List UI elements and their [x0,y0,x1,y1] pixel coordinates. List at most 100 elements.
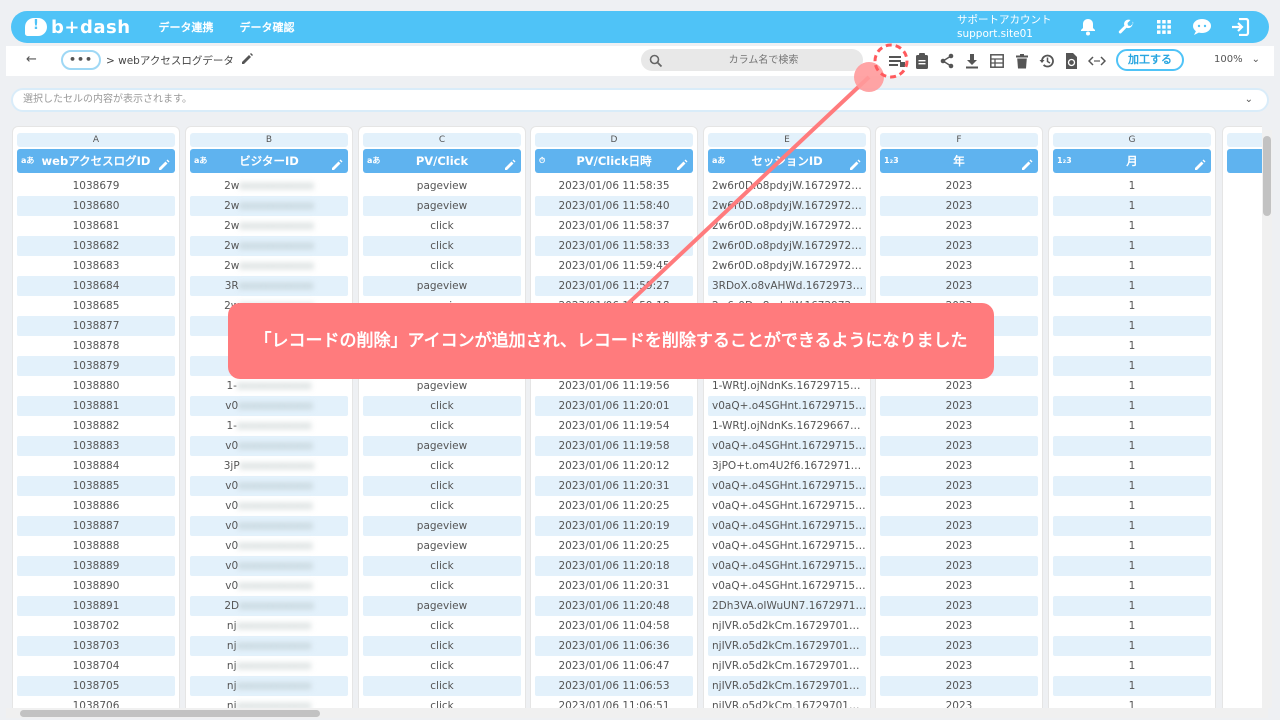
table-cell[interactable]: 1038703 [17,636,175,656]
table-cell[interactable]: v0xxxxxxxxxxxx [190,556,348,576]
table-cell[interactable]: v0xxxxxxxxxxxx [190,516,348,536]
table-cell[interactable]: 2023 [880,436,1038,456]
table-cell[interactable]: 2Dh3VA.oIWuUN7.16729716... [708,596,866,616]
table-cell[interactable]: 2023 [880,676,1038,696]
code-icon[interactable] [1084,51,1109,71]
table-cell[interactable]: 2023/01/06 11:06:51 [535,696,693,708]
table-cell[interactable]: 1 [1053,516,1211,536]
table-cell[interactable]: v0xxxxxxxxxxxx [190,436,348,456]
table-cell[interactable]: pageview [363,596,521,616]
table-cell[interactable]: v0aQ+.o4SGHnt.167297159... [708,536,866,556]
table-cell[interactable]: 2023/01/06 11:20:12 [535,456,693,476]
table-cell[interactable]: 2023/01/06 11:58:35 [535,176,693,196]
chevron-down-icon[interactable]: ⌄ [1245,90,1253,110]
table-cell[interactable]: 1 [1053,316,1211,336]
table-cell[interactable]: 2023 [880,276,1038,296]
zoom-select[interactable]: 100% ⌄ [1192,49,1268,71]
table-cell[interactable]: 1038885 [17,476,175,496]
table-cell[interactable]: 1038879 [17,356,175,376]
table-cell[interactable]: 2023 [880,396,1038,416]
table-cell[interactable]: v0aQ+.o4SGHnt.167297159... [708,516,866,536]
table-cell[interactable]: 2023 [880,596,1038,616]
table-cell[interactable]: 2023 [880,416,1038,436]
table-cell[interactable]: 2Dxxxxxxxxxxxx [190,596,348,616]
table-cell[interactable]: v0xxxxxxxxxxxx [190,576,348,596]
table-cell[interactable]: 2023 [880,636,1038,656]
table-cell[interactable]: 1 [1053,536,1211,556]
table-cell[interactable]: 1 [1053,356,1211,376]
table-cell[interactable]: 2023/01/06 11:19:56 [535,376,693,396]
table-cell[interactable]: njIVR.o5d2kCm.1672970131... [708,676,866,696]
table-cell[interactable]: 3jPO+t.om4U2f6.16729715... [708,456,866,476]
column-letter[interactable]: A [17,133,175,147]
table-cell[interactable]: njIVR.o5d2kCm.1672970131... [708,656,866,676]
table-cell[interactable]: 1038706 [17,696,175,708]
cell-content-bar[interactable]: 選択したセルの内容が表示されます。 ⌄ [11,88,1269,112]
table-cell[interactable]: 2023/01/06 11:20:31 [535,576,693,596]
table-cell[interactable]: pageview [363,176,521,196]
column-letter[interactable]: F [880,133,1038,147]
table-cell[interactable]: 2023/01/06 11:20:31 [535,476,693,496]
table-cell[interactable]: 1038890 [17,576,175,596]
table-cell[interactable]: 2w6r0D.o8pdyjW.167297213... [708,176,866,196]
table-cell[interactable]: 1 [1053,576,1211,596]
table-cell[interactable]: 1 [1053,476,1211,496]
table-cell[interactable]: 2023 [880,216,1038,236]
table-view-icon[interactable] [984,51,1009,71]
nav-data-check[interactable]: データ確認 [240,19,295,35]
column-header[interactable]: aあ PV/Click [363,149,521,173]
table-cell[interactable]: 2023/01/06 11:04:58 [535,616,693,636]
column-header[interactable]: 1₂3 年 [880,149,1038,173]
table-cell[interactable]: njIVR.o5d2kCm.1672970131... [708,696,866,708]
column-letter[interactable]: G [1053,133,1211,147]
table-cell[interactable]: 2023 [880,616,1038,636]
table-cell[interactable]: 1 [1053,556,1211,576]
logo[interactable]: b+dash [25,17,131,38]
table-cell[interactable]: 1038681 [17,216,175,236]
table-cell[interactable]: click [363,636,521,656]
table-cell[interactable]: 1038888 [17,536,175,556]
table-cell[interactable]: 2wxxxxxxxxxxxx [190,216,348,236]
table-cell[interactable]: 1038702 [17,616,175,636]
table-cell[interactable]: pageview [363,516,521,536]
table-cell[interactable]: 1038704 [17,656,175,676]
table-cell[interactable]: 3jPxxxxxxxxxxxx [190,456,348,476]
table-cell[interactable]: 2w6r0D.o8pdyjW.167297213... [708,216,866,236]
table-cell[interactable]: 2023 [880,176,1038,196]
table-cell[interactable]: 1-xxxxxxxxxxxx [190,376,348,396]
table-cell[interactable]: 1 [1053,596,1211,616]
share-icon[interactable] [934,51,959,71]
table-cell[interactable]: click [363,616,521,636]
column-header[interactable]: ⏱ PV/Click日時 [535,149,693,173]
table-cell[interactable]: 2023 [880,376,1038,396]
table-cell[interactable]: click [363,416,521,436]
table-cell[interactable]: click [363,476,521,496]
clipboard-icon[interactable] [909,51,934,71]
table-cell[interactable]: 1 [1053,676,1211,696]
vertical-scrollbar[interactable] [1262,130,1272,708]
table-cell[interactable]: 2023/01/06 11:58:40 [535,196,693,216]
table-cell[interactable]: pageview [363,376,521,396]
table-cell[interactable]: v0xxxxxxxxxxxx [190,476,348,496]
table-cell[interactable]: 1 [1053,296,1211,316]
table-cell[interactable]: pageview [363,436,521,456]
more-menu-button[interactable]: ••• [61,50,101,70]
table-cell[interactable]: 1 [1053,436,1211,456]
table-cell[interactable]: v0xxxxxxxxxxxx [190,536,348,556]
table-cell[interactable]: click [363,496,521,516]
table-cell[interactable]: 1038891 [17,596,175,616]
table-cell[interactable]: v0xxxxxxxxxxxx [190,396,348,416]
table-cell[interactable]: 2023/01/06 11:20:01 [535,396,693,416]
table-cell[interactable]: njxxxxxxxxxxxx [190,676,348,696]
table-cell[interactable]: v0aQ+.o4SGHnt.167297159... [708,496,866,516]
download-icon[interactable] [959,51,984,71]
table-cell[interactable]: njIVR.o5d2kCm.1672970131... [708,616,866,636]
table-cell[interactable]: v0aQ+.o4SGHnt.167297159... [708,476,866,496]
column-letter[interactable]: D [535,133,693,147]
table-cell[interactable]: 1038886 [17,496,175,516]
table-cell[interactable]: 2023 [880,696,1038,708]
table-cell[interactable]: njxxxxxxxxxxxx [190,636,348,656]
table-cell[interactable]: 2023/01/06 11:19:58 [535,436,693,456]
table-cell[interactable]: pageview [363,196,521,216]
table-cell[interactable]: 2023/01/06 11:58:33 [535,236,693,256]
